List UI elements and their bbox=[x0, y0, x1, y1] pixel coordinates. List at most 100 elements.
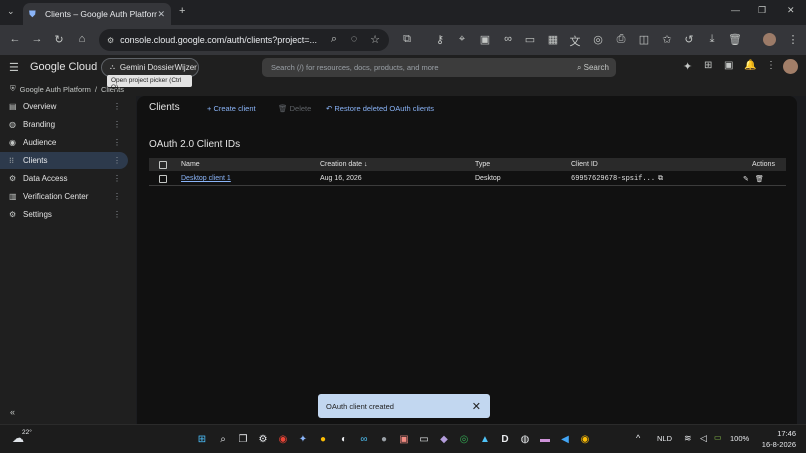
app-icon[interactable]: ● bbox=[377, 433, 391, 447]
task-view-icon[interactable]: ❐ bbox=[236, 433, 250, 447]
minimize-icon[interactable]: — bbox=[731, 5, 740, 15]
sidepanel-icon[interactable]: ◫ bbox=[633, 33, 655, 46]
item-menu-icon[interactable]: ⋮ bbox=[113, 102, 121, 111]
row-checkbox[interactable] bbox=[159, 174, 167, 183]
github-icon[interactable]: ◐ bbox=[337, 433, 351, 447]
gemini-sparkle-icon[interactable]: ✦ bbox=[683, 60, 692, 73]
breadcrumb-root[interactable]: Google Auth Platform bbox=[20, 85, 91, 94]
language-indicator[interactable]: NLD bbox=[657, 434, 672, 443]
browser-tab[interactable]: ⛊ Clients – Google Auth Platform ✕ bbox=[23, 3, 171, 25]
copy-icon[interactable]: ⧉ bbox=[658, 175, 663, 183]
back-icon[interactable]: ← bbox=[4, 33, 26, 45]
d-app-icon[interactable]: D bbox=[498, 433, 512, 447]
volume-icon[interactable]: ◁ bbox=[700, 433, 707, 444]
install-icon[interactable]: ▣ bbox=[474, 33, 496, 46]
item-menu-icon[interactable]: ⋮ bbox=[113, 210, 121, 219]
create-client-button[interactable]: + Create client bbox=[207, 104, 256, 113]
sidebar-item-verification-center[interactable]: ▥ Verification Center ⋮ bbox=[0, 188, 128, 205]
delete-trash-icon[interactable]: 🗑 bbox=[755, 175, 764, 183]
hamburger-menu-icon[interactable]: ☰ bbox=[9, 61, 19, 74]
cast-icon[interactable]: ▭ bbox=[519, 33, 541, 46]
column-name[interactable]: Name bbox=[181, 161, 200, 168]
google-cloud-logo[interactable]: Google Cloud bbox=[30, 61, 97, 73]
sidebar-item-settings[interactable]: ⚙ Settings ⋮ bbox=[0, 206, 128, 223]
collapse-sidebar-icon[interactable]: « bbox=[10, 407, 15, 417]
chrome-alt-icon[interactable]: ◉ bbox=[578, 433, 592, 447]
close-tab-icon[interactable]: ✕ bbox=[157, 9, 165, 20]
sidebar-item-branding[interactable]: ◍ Branding ⋮ bbox=[0, 116, 128, 133]
trash-icon[interactable]: 🗑 bbox=[724, 33, 746, 46]
clipchamp-icon[interactable]: ▬ bbox=[538, 433, 552, 447]
search-icon[interactable]: ⌕ bbox=[216, 433, 230, 447]
location-icon[interactable]: ⌖ bbox=[451, 33, 473, 46]
item-menu-icon[interactable]: ⋮ bbox=[113, 120, 121, 129]
more-options-icon[interactable]: ⋮ bbox=[766, 60, 776, 71]
client-name-link[interactable]: Desktop client 1 bbox=[181, 175, 231, 182]
clock[interactable]: 17:46 16-8-2026 bbox=[762, 429, 796, 449]
close-window-icon[interactable]: ✕ bbox=[787, 5, 795, 16]
gallery-icon[interactable]: ▲ bbox=[478, 433, 492, 447]
gift-icon[interactable]: ⊞ bbox=[704, 60, 712, 71]
sidebar-item-clients[interactable]: ⁝⁝ Clients ⋮ bbox=[0, 152, 128, 169]
bookmark-star-icon[interactable]: ☆ bbox=[364, 33, 386, 46]
edit-pencil-icon[interactable]: ✎ bbox=[743, 175, 749, 183]
print-icon[interactable]: ⎙ bbox=[610, 33, 632, 46]
qr-code-icon[interactable]: ▦ bbox=[542, 33, 564, 46]
lens-icon[interactable]: ◎ bbox=[587, 33, 609, 46]
home-icon[interactable]: ⌂ bbox=[71, 33, 93, 45]
edge-icon[interactable]: ◎ bbox=[457, 433, 471, 447]
tracking-icon[interactable]: ◌ bbox=[343, 33, 365, 45]
terminal-icon[interactable]: ▭ bbox=[417, 433, 431, 447]
restore-deleted-clients-button[interactable]: ↶ Restore deleted OAuth clients bbox=[326, 104, 434, 113]
visual-studio-icon[interactable]: ◆ bbox=[437, 433, 451, 447]
sidebar-item-overview[interactable]: ▤ Overview ⋮ bbox=[0, 98, 128, 115]
terminal-icon[interactable]: ▣ bbox=[724, 60, 733, 71]
item-menu-icon[interactable]: ⋮ bbox=[113, 156, 121, 165]
notifications-bell-icon[interactable]: 🔔 bbox=[744, 60, 756, 71]
menu-kebab-icon[interactable]: ⋮ bbox=[782, 33, 804, 46]
column-type[interactable]: Type bbox=[475, 161, 490, 168]
battery-icon[interactable]: ▭ bbox=[714, 433, 722, 442]
client-type: Desktop bbox=[475, 175, 501, 182]
search-button[interactable]: ⌕ Search bbox=[577, 63, 609, 73]
search-bar[interactable]: Search (/) for resources, docs, products… bbox=[262, 58, 616, 77]
link-icon[interactable]: ∞ bbox=[497, 33, 519, 45]
zoom-icon[interactable]: ⌕ bbox=[323, 33, 345, 46]
app-circle-icon[interactable]: ◍ bbox=[518, 433, 532, 447]
forward-icon[interactable]: → bbox=[26, 33, 48, 45]
profile-avatar[interactable] bbox=[763, 33, 776, 46]
sidebar-item-data-access[interactable]: ⚙ Data Access ⋮ bbox=[0, 170, 128, 187]
column-client-id[interactable]: Client ID bbox=[571, 161, 598, 168]
chrome-icon[interactable]: ◉ bbox=[276, 433, 290, 447]
tab-list-icon[interactable]: ⌄ bbox=[7, 6, 15, 17]
close-snackbar-icon[interactable]: ✕ bbox=[472, 400, 481, 413]
sidebar-item-audience[interactable]: ◉ Audience ⋮ bbox=[0, 134, 128, 151]
bulb-icon[interactable]: ● bbox=[316, 433, 330, 447]
wifi-icon[interactable]: ≋ bbox=[684, 433, 692, 444]
gemini-icon[interactable]: ✦ bbox=[296, 433, 310, 447]
password-key-icon[interactable]: ⚷ bbox=[429, 33, 451, 46]
copilot-icon[interactable]: ∞ bbox=[357, 433, 371, 447]
delete-button[interactable]: 🗑 Delete bbox=[278, 104, 311, 113]
extensions-icon[interactable]: ⧉ bbox=[396, 33, 418, 46]
photos-icon[interactable]: ▣ bbox=[397, 433, 411, 447]
item-menu-icon[interactable]: ⋮ bbox=[113, 138, 121, 147]
account-avatar[interactable] bbox=[783, 59, 798, 74]
download-icon[interactable]: ⤓ bbox=[701, 33, 723, 46]
favorites-icon[interactable]: ✩ bbox=[656, 33, 678, 46]
column-creation-date[interactable]: Creation date ↓ bbox=[320, 161, 367, 168]
vscode-icon[interactable]: ◀ bbox=[558, 433, 572, 447]
windows-start-icon[interactable]: ⊞ bbox=[195, 433, 209, 447]
site-info-icon[interactable]: ⚙ bbox=[107, 36, 114, 45]
search-input[interactable]: Search (/) for resources, docs, products… bbox=[271, 63, 439, 72]
reload-icon[interactable]: ↻ bbox=[48, 33, 70, 46]
settings-gear-icon[interactable]: ⚙ bbox=[256, 433, 270, 447]
select-all-checkbox[interactable] bbox=[159, 160, 167, 169]
new-tab-icon[interactable]: + bbox=[179, 5, 185, 17]
item-menu-icon[interactable]: ⋮ bbox=[113, 174, 121, 183]
restore-window-icon[interactable]: ❐ bbox=[758, 5, 766, 16]
tray-chevron-icon[interactable]: ^ bbox=[636, 433, 640, 443]
history-icon[interactable]: ↺ bbox=[678, 33, 700, 46]
translate-icon[interactable]: 文 bbox=[564, 33, 586, 49]
item-menu-icon[interactable]: ⋮ bbox=[113, 192, 121, 201]
